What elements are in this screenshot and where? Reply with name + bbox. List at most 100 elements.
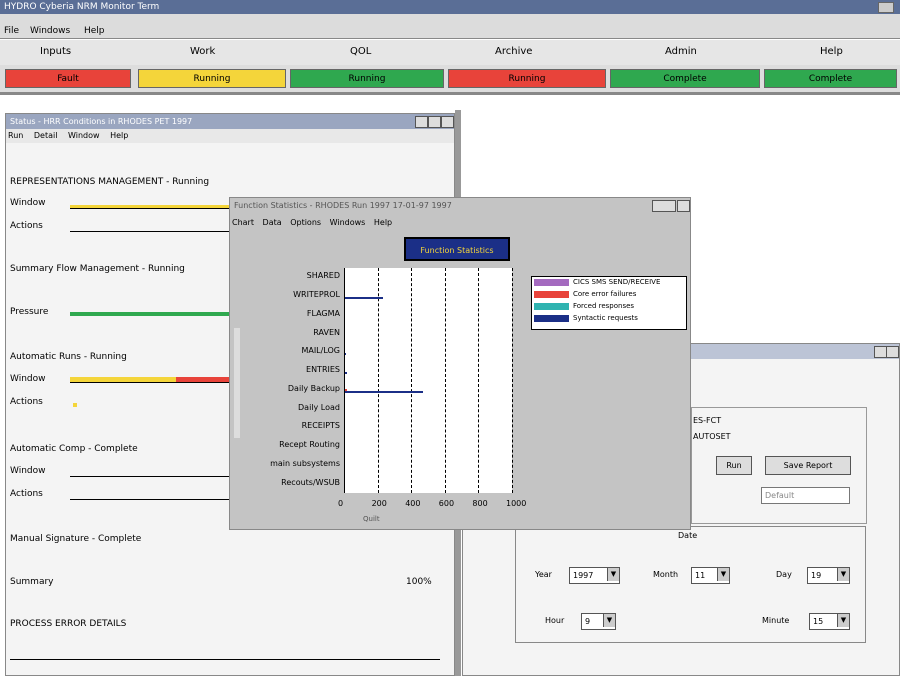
menu-item[interactable]: Chart: [232, 218, 254, 227]
chart-x-tick: 400: [405, 499, 421, 508]
year-label: Year: [535, 570, 552, 579]
chart-bar[interactable]: [344, 297, 383, 300]
chevron-down-icon[interactable]: ▼: [607, 568, 619, 581]
window-controls-icon[interactable]: [652, 200, 676, 212]
hour-value: 9: [585, 617, 591, 626]
close-icon[interactable]: [886, 346, 899, 358]
section-heading: Summary Flow Management - Running: [10, 264, 185, 274]
menu-help[interactable]: Help: [84, 26, 105, 36]
chart-category-label: ENTRIES: [306, 365, 340, 375]
row-label: Window: [10, 466, 46, 476]
app-titlebar: HYDRO Cyberia NRM Monitor Term: [0, 0, 900, 14]
menu-item[interactable]: Window: [68, 131, 100, 140]
chart-gridline: [512, 268, 513, 493]
hour-select[interactable]: 9 ▼: [581, 613, 616, 630]
chart-plot: [344, 268, 513, 493]
status-badge[interactable]: Running: [138, 69, 286, 88]
config-label: AUTOSET: [693, 432, 731, 441]
menu-item[interactable]: Windows: [330, 218, 366, 227]
close-icon[interactable]: [677, 200, 690, 212]
nav-archive[interactable]: Archive: [495, 46, 532, 57]
nav-admin[interactable]: Admin: [665, 46, 697, 57]
day-label: Day: [776, 570, 792, 579]
menu-item[interactable]: Help: [374, 218, 392, 227]
legend-swatch: [534, 303, 569, 310]
run-button[interactable]: Run: [716, 456, 752, 475]
close-icon[interactable]: [878, 2, 894, 13]
chart-legend: CICS SMS SEND/RECEIVE Core error failure…: [531, 276, 687, 330]
close-icon[interactable]: [441, 116, 454, 128]
nav-qol[interactable]: QOL: [350, 46, 371, 57]
nav-help[interactable]: Help: [820, 46, 843, 57]
section-heading: Manual Signature - Complete: [10, 534, 142, 544]
app-title: HYDRO Cyberia NRM Monitor Term: [4, 2, 160, 12]
default-field[interactable]: Default: [761, 487, 850, 504]
minimize-icon[interactable]: [415, 116, 428, 128]
year-select[interactable]: 1997 ▼: [569, 567, 620, 584]
section-heading: Automatic Comp - Complete: [10, 444, 138, 454]
chevron-down-icon[interactable]: ▼: [837, 568, 849, 581]
month-select[interactable]: 11 ▼: [691, 567, 730, 584]
function-statistics-button[interactable]: Function Statistics: [404, 237, 510, 261]
minute-select[interactable]: 15 ▼: [809, 613, 850, 630]
date-panel-title: Date: [678, 531, 698, 540]
chart-bar[interactable]: [344, 390, 423, 393]
menubar: File Windows Help: [0, 14, 900, 39]
status-row: Fault Running Running Running Complete C…: [0, 65, 900, 92]
status-badge[interactable]: Complete: [764, 69, 897, 88]
chart-gridline: [411, 268, 413, 493]
day-select[interactable]: 19 ▼: [807, 567, 850, 584]
status-badge[interactable]: Running: [290, 69, 444, 88]
nav-work[interactable]: Work: [190, 46, 215, 57]
progress-line: [70, 208, 230, 209]
menu-file[interactable]: File: [4, 26, 19, 36]
chart-x-tick: 1000: [506, 499, 527, 508]
chart-category-label: FLAGMA: [306, 308, 340, 318]
row-label: Actions: [10, 397, 43, 407]
save-report-button[interactable]: Save Report: [765, 456, 851, 475]
chart-category-label: RECEIPTS: [301, 421, 340, 431]
chevron-down-icon[interactable]: ▼: [837, 614, 849, 627]
chart-category-label: Daily Backup: [287, 383, 340, 393]
menu-item[interactable]: Help: [110, 131, 128, 140]
menu-item[interactable]: Data: [263, 218, 282, 227]
legend-label: Syntactic requests: [573, 314, 638, 322]
chart-category-label: main subsystems: [270, 458, 340, 468]
legend-swatch: [534, 315, 569, 322]
minute-label: Minute: [762, 616, 790, 625]
progress-line: [70, 382, 230, 383]
progress-bar: [70, 312, 230, 316]
chart-category-label: Daily Load: [298, 402, 340, 412]
menu-item[interactable]: Options: [290, 218, 321, 227]
chart-gridline: [478, 268, 480, 493]
menu-item[interactable]: Run: [8, 131, 23, 140]
chart-category-label: WRITEPROL: [293, 290, 340, 300]
legend-label: Forced responses: [573, 302, 635, 310]
menu-item[interactable]: Detail: [34, 131, 58, 140]
month-label: Month: [653, 570, 679, 579]
menu-windows[interactable]: Windows: [30, 26, 70, 36]
chart-window-title: Function Statistics - RHODES Run 1997 17…: [230, 198, 690, 213]
row-label: Actions: [10, 221, 43, 231]
minute-value: 15: [813, 617, 824, 626]
chart-category-label: MAIL/LOG: [301, 346, 340, 356]
summary-label: Summary: [10, 577, 54, 587]
chevron-down-icon[interactable]: ▼: [603, 614, 615, 627]
process-error-details[interactable]: PROCESS ERROR DETAILS: [10, 619, 126, 629]
chart-category-label: Recouts/WSUB: [281, 477, 340, 487]
status-badge[interactable]: Complete: [610, 69, 760, 88]
chart-category-label: Recept Routing: [279, 440, 340, 450]
nav-inputs[interactable]: Inputs: [40, 46, 71, 57]
year-value: 1997: [573, 571, 594, 580]
chart-gridline: [444, 268, 446, 493]
config-label: ES-FCT: [693, 416, 722, 425]
maximize-icon[interactable]: [428, 116, 441, 128]
chevron-down-icon[interactable]: ▼: [717, 568, 729, 581]
section-heading: Automatic Runs - Running: [10, 352, 127, 362]
status-badge[interactable]: Fault: [5, 69, 131, 88]
chart-y-axis: [344, 268, 345, 493]
divider: [0, 92, 900, 95]
row-label: Actions: [10, 489, 43, 499]
legend-label: Core error failures: [573, 290, 637, 298]
status-badge[interactable]: Running: [448, 69, 606, 88]
